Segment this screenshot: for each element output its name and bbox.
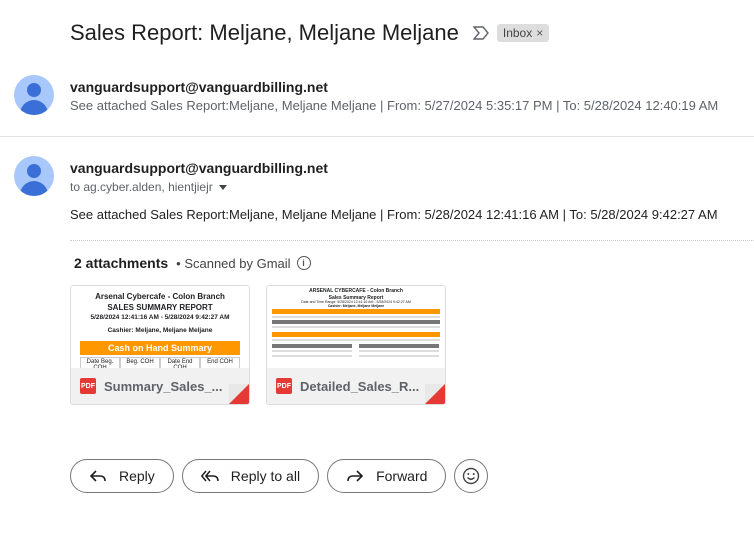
inbox-label-chip[interactable]: Inbox × bbox=[496, 24, 550, 42]
preview-row bbox=[272, 316, 440, 318]
reply-all-icon bbox=[200, 467, 219, 485]
preview-row bbox=[359, 355, 439, 357]
pdf-icon: PDF bbox=[276, 378, 292, 394]
preview-line: Cashier: Meljane, Meljane Meljane bbox=[327, 304, 385, 308]
message-2-sender[interactable]: vanguardsupport@vanguardbilling.net bbox=[70, 160, 328, 176]
scanned-by-gmail: • Scanned by Gmail bbox=[176, 255, 291, 271]
action-buttons: Reply Reply to all Forward bbox=[70, 459, 489, 493]
preview-line: SALES SUMMARY REPORT bbox=[107, 303, 213, 312]
preview-column: Beg. COH bbox=[120, 357, 160, 368]
preview-column: End COH bbox=[200, 357, 240, 368]
preview-column: Date Beg. COH bbox=[80, 357, 120, 368]
subject-row: Sales Report: Meljane, Meljane Meljane I… bbox=[70, 20, 550, 46]
preview-line: Cashier: Meljane, Meljane Meljane bbox=[107, 327, 213, 334]
reply-label: Reply bbox=[119, 468, 155, 484]
smiley-icon bbox=[463, 467, 480, 485]
preview-line: ARSENAL CYBERCAFE - Colon Branch bbox=[309, 288, 403, 294]
preview-row bbox=[272, 339, 440, 341]
preview-section-bar: Cash on Hand Summary bbox=[80, 341, 240, 355]
remove-label-icon[interactable]: × bbox=[536, 26, 543, 40]
attachment-filename[interactable]: Detailed_Sales_R... bbox=[300, 379, 419, 394]
attachment-card[interactable]: Arsenal Cybercafe - Colon Branch SALES S… bbox=[70, 285, 250, 405]
forward-label: Forward bbox=[376, 468, 428, 484]
preview-column: Date End COH bbox=[160, 357, 200, 368]
emoji-reaction-button[interactable] bbox=[454, 459, 489, 493]
reply-all-button[interactable]: Reply to all bbox=[181, 459, 320, 493]
attachments-header: 2 attachments • Scanned by Gmail i bbox=[74, 255, 311, 271]
info-icon[interactable]: i bbox=[296, 256, 311, 270]
attachments-divider bbox=[70, 240, 754, 241]
attachment-preview: Arsenal Cybercafe - Colon Branch SALES S… bbox=[71, 286, 249, 368]
recipients-line[interactable]: to ag.cyber.alden, hientjiejr bbox=[70, 180, 227, 194]
label-text: Inbox bbox=[502, 26, 533, 40]
attachment-footer[interactable]: PDF Summary_Sales_... bbox=[71, 368, 249, 404]
attachment-card[interactable]: ARSENAL CYBERCAFE - Colon Branch Sales S… bbox=[266, 285, 446, 405]
preview-bar bbox=[272, 332, 440, 337]
forward-button[interactable]: Forward bbox=[327, 459, 447, 493]
reply-icon bbox=[89, 467, 107, 485]
message-divider bbox=[0, 136, 754, 137]
pdf-icon: PDF bbox=[80, 378, 96, 394]
sender-avatar[interactable] bbox=[14, 156, 54, 196]
message-1-snippet[interactable]: See attached Sales Report:Meljane, Melja… bbox=[70, 98, 718, 113]
attachment-preview: ARSENAL CYBERCAFE - Colon Branch Sales S… bbox=[267, 286, 445, 368]
reply-button[interactable]: Reply bbox=[70, 459, 174, 493]
recipients-text: to ag.cyber.alden, hientjiejr bbox=[70, 180, 213, 194]
preview-bar bbox=[272, 344, 352, 348]
preview-bar bbox=[272, 320, 440, 324]
preview-row bbox=[272, 355, 352, 357]
preview-line: Arsenal Cybercafe - Colon Branch bbox=[95, 292, 225, 301]
sender-avatar[interactable] bbox=[14, 75, 54, 115]
preview-bar bbox=[272, 309, 440, 314]
message-body: See attached Sales Report:Meljane, Melja… bbox=[70, 207, 718, 222]
recipients-dropdown-icon[interactable] bbox=[218, 184, 227, 190]
attachments-count: 2 attachments bbox=[74, 255, 169, 271]
forward-icon bbox=[346, 467, 364, 485]
preview-row bbox=[272, 350, 352, 352]
preview-row bbox=[359, 350, 439, 352]
preview-row bbox=[272, 326, 440, 328]
pdf-corner-icon bbox=[425, 384, 445, 404]
attachment-footer[interactable]: PDF Detailed_Sales_R... bbox=[267, 368, 445, 404]
email-subject: Sales Report: Meljane, Meljane Meljane bbox=[70, 20, 459, 45]
important-marker-icon[interactable] bbox=[472, 26, 489, 40]
message-1-sender[interactable]: vanguardsupport@vanguardbilling.net bbox=[70, 79, 328, 95]
preview-columns: Date Beg. COH Beg. COH Date End COH End … bbox=[80, 357, 240, 368]
preview-line: 5/28/2024 12:41:16 AM - 5/28/2024 9:42:2… bbox=[90, 314, 230, 321]
attachment-filename[interactable]: Summary_Sales_... bbox=[104, 379, 223, 394]
pdf-corner-icon bbox=[229, 384, 249, 404]
reply-all-label: Reply to all bbox=[230, 468, 301, 484]
preview-bar bbox=[359, 344, 439, 348]
